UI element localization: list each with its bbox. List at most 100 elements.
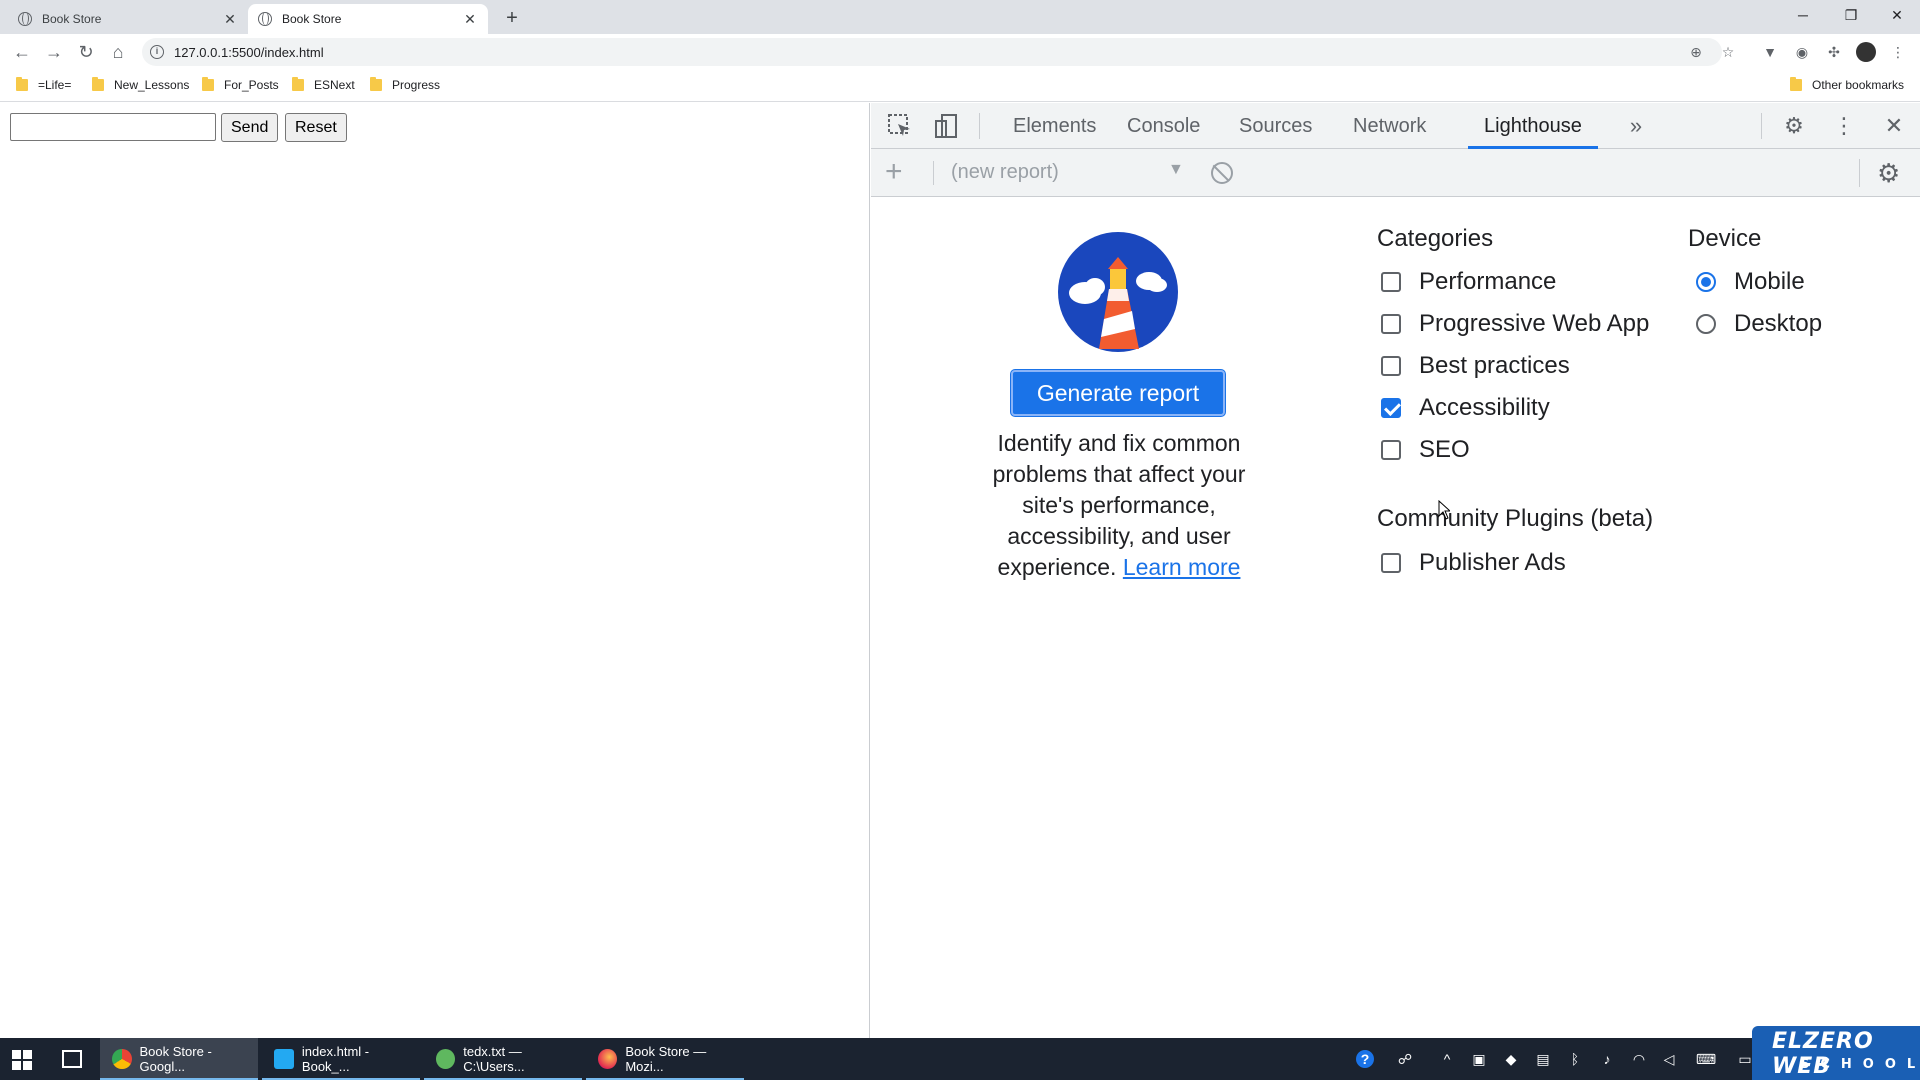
bookmark-folder[interactable]: Progress xyxy=(370,77,440,92)
info-icon[interactable]: i xyxy=(150,45,164,59)
checkbox[interactable] xyxy=(1381,553,1401,573)
bookmark-folder[interactable]: For_Posts xyxy=(202,77,279,92)
tab-title: Book Store xyxy=(42,12,102,26)
tray-shield-icon[interactable]: ◆ xyxy=(1502,1050,1520,1068)
tab-network[interactable]: Network xyxy=(1337,103,1442,149)
device-mobile[interactable]: Mobile xyxy=(1696,268,1805,296)
vscode-icon xyxy=(274,1049,294,1069)
close-tab-icon[interactable]: ✕ xyxy=(222,11,238,28)
minimize-button[interactable]: ─ xyxy=(1780,0,1826,30)
learn-more-link[interactable]: Learn more xyxy=(1123,554,1241,580)
category-pwa[interactable]: Progressive Web App xyxy=(1381,310,1649,338)
bookmark-star-icon[interactable]: ☆ xyxy=(1718,42,1738,62)
browser-tab[interactable]: Book Store ✕ xyxy=(8,4,248,34)
taskbar-app-notepad[interactable]: tedx.txt — C:\Users... xyxy=(424,1038,582,1080)
device-heading: Device xyxy=(1688,225,1762,252)
close-window-button[interactable]: ✕ xyxy=(1874,0,1920,30)
browser-toolbar: ← → ↻ ⌂ i 127.0.0.1:5500/index.html ⊕ ☆ … xyxy=(0,34,1920,70)
tray-app-icon[interactable]: ▣ xyxy=(1470,1050,1488,1068)
settings-gear-icon[interactable]: ⚙ xyxy=(1781,113,1807,139)
plugin-publisher-ads[interactable]: Publisher Ads xyxy=(1381,549,1566,577)
url-text: 127.0.0.1:5500/index.html xyxy=(174,44,324,60)
taskbar-app-vscode[interactable]: index.html - Book_... xyxy=(262,1038,420,1080)
new-report-plus-icon[interactable]: + xyxy=(885,157,903,187)
lighthouse-toolbar: + (new report) ▼ ⚙ xyxy=(871,149,1920,197)
category-performance[interactable]: Performance xyxy=(1381,268,1556,296)
wifi-icon[interactable]: ◠ xyxy=(1630,1050,1648,1068)
report-select[interactable]: (new report) xyxy=(951,161,1059,184)
bluetooth-icon[interactable]: ᛒ xyxy=(1566,1050,1584,1068)
bookmark-folder[interactable]: ESNext xyxy=(292,77,355,92)
more-options-icon[interactable]: ⋮ xyxy=(1831,113,1857,139)
category-seo[interactable]: SEO xyxy=(1381,436,1470,464)
people-icon[interactable]: ☍ xyxy=(1396,1050,1414,1068)
microphone-icon[interactable]: ♪ xyxy=(1598,1050,1616,1068)
new-tab-button[interactable]: + xyxy=(500,6,524,30)
text-input[interactable] xyxy=(10,113,216,141)
clear-reports-icon[interactable] xyxy=(1211,162,1233,184)
folder-icon xyxy=(292,77,304,91)
tab-console[interactable]: Console xyxy=(1111,103,1216,149)
extensions-puzzle-icon[interactable]: ✣ xyxy=(1824,42,1844,62)
generate-report-button[interactable]: Generate report xyxy=(1011,370,1225,416)
volume-icon[interactable]: ◁ xyxy=(1660,1050,1678,1068)
checkbox[interactable] xyxy=(1381,440,1401,460)
checkbox[interactable] xyxy=(1381,272,1401,292)
folder-icon xyxy=(92,77,104,91)
task-view-icon[interactable] xyxy=(62,1050,82,1068)
lighthouse-settings-gear-icon[interactable]: ⚙ xyxy=(1877,159,1900,187)
toolbar-divider xyxy=(1761,113,1762,139)
bookmark-folder[interactable]: =Life= xyxy=(16,77,71,92)
extension-circle-icon[interactable]: ◉ xyxy=(1792,42,1812,62)
home-icon[interactable]: ⌂ xyxy=(106,40,130,64)
device-desktop[interactable]: Desktop xyxy=(1696,310,1822,338)
dropdown-caret-icon[interactable]: ▼ xyxy=(1168,161,1184,179)
category-accessibility[interactable]: Accessibility xyxy=(1381,394,1550,422)
radio[interactable] xyxy=(1696,314,1716,334)
firefox-icon xyxy=(598,1049,618,1069)
address-bar[interactable]: i 127.0.0.1:5500/index.html xyxy=(142,38,1722,66)
show-hidden-icons-icon[interactable]: ^ xyxy=(1438,1050,1456,1068)
profile-avatar[interactable] xyxy=(1856,42,1876,62)
forward-icon[interactable]: → xyxy=(42,40,66,64)
restore-button[interactable]: ❐ xyxy=(1828,0,1874,30)
close-devtools-icon[interactable]: ✕ xyxy=(1881,113,1907,139)
tray-device-icon[interactable]: ▤ xyxy=(1534,1050,1552,1068)
bookmark-folder[interactable]: New_Lessons xyxy=(92,77,189,92)
devtools-panel: Elements Console Sources Network Lightho… xyxy=(871,103,1920,1038)
other-bookmarks[interactable]: Other bookmarks xyxy=(1790,77,1904,92)
menu-kebab-icon[interactable]: ⋮ xyxy=(1888,42,1908,62)
close-tab-icon[interactable]: ✕ xyxy=(462,11,478,28)
tab-sources[interactable]: Sources xyxy=(1223,103,1328,149)
send-button[interactable]: Send xyxy=(221,113,279,142)
category-best-practices[interactable]: Best practices xyxy=(1381,352,1570,380)
radio-selected[interactable] xyxy=(1696,272,1716,292)
toolbar-divider xyxy=(1859,159,1860,187)
help-icon[interactable]: ? xyxy=(1356,1050,1374,1068)
zoom-icon[interactable]: ⊕ xyxy=(1686,42,1706,62)
inspect-element-icon[interactable] xyxy=(887,113,913,139)
checkbox[interactable] xyxy=(1381,356,1401,376)
extension-vue-icon[interactable]: ▼ xyxy=(1760,42,1780,62)
checkbox-checked[interactable] xyxy=(1381,398,1401,418)
keyboard-icon[interactable]: ⌨ xyxy=(1694,1050,1718,1068)
tab-lighthouse[interactable]: Lighthouse xyxy=(1468,103,1598,149)
device-toolbar-icon[interactable] xyxy=(933,113,959,139)
more-tabs-icon[interactable]: » xyxy=(1623,113,1649,139)
tab-strip: Book Store ✕ Book Store ✕ + ─ ❐ ✕ xyxy=(0,0,1920,34)
checkbox[interactable] xyxy=(1381,314,1401,334)
folder-icon xyxy=(202,77,214,91)
devtools-tabbar: Elements Console Sources Network Lightho… xyxy=(871,103,1920,149)
folder-icon xyxy=(16,77,28,91)
tab-elements[interactable]: Elements xyxy=(997,103,1112,149)
lighthouse-logo-icon xyxy=(1058,232,1178,352)
reset-button[interactable]: Reset xyxy=(285,113,347,142)
taskbar-app-chrome[interactable]: Book Store - Googl... xyxy=(100,1038,258,1080)
browser-tab-active[interactable]: Book Store ✕ xyxy=(248,4,488,34)
categories-heading: Categories xyxy=(1377,225,1494,252)
taskbar-app-firefox[interactable]: Book Store — Mozi... xyxy=(586,1038,744,1080)
windows-start-icon[interactable] xyxy=(12,1050,32,1070)
reload-icon[interactable]: ↻ xyxy=(74,40,98,64)
back-icon[interactable]: ← xyxy=(10,40,34,64)
page-viewport: Send Reset xyxy=(0,103,870,1038)
